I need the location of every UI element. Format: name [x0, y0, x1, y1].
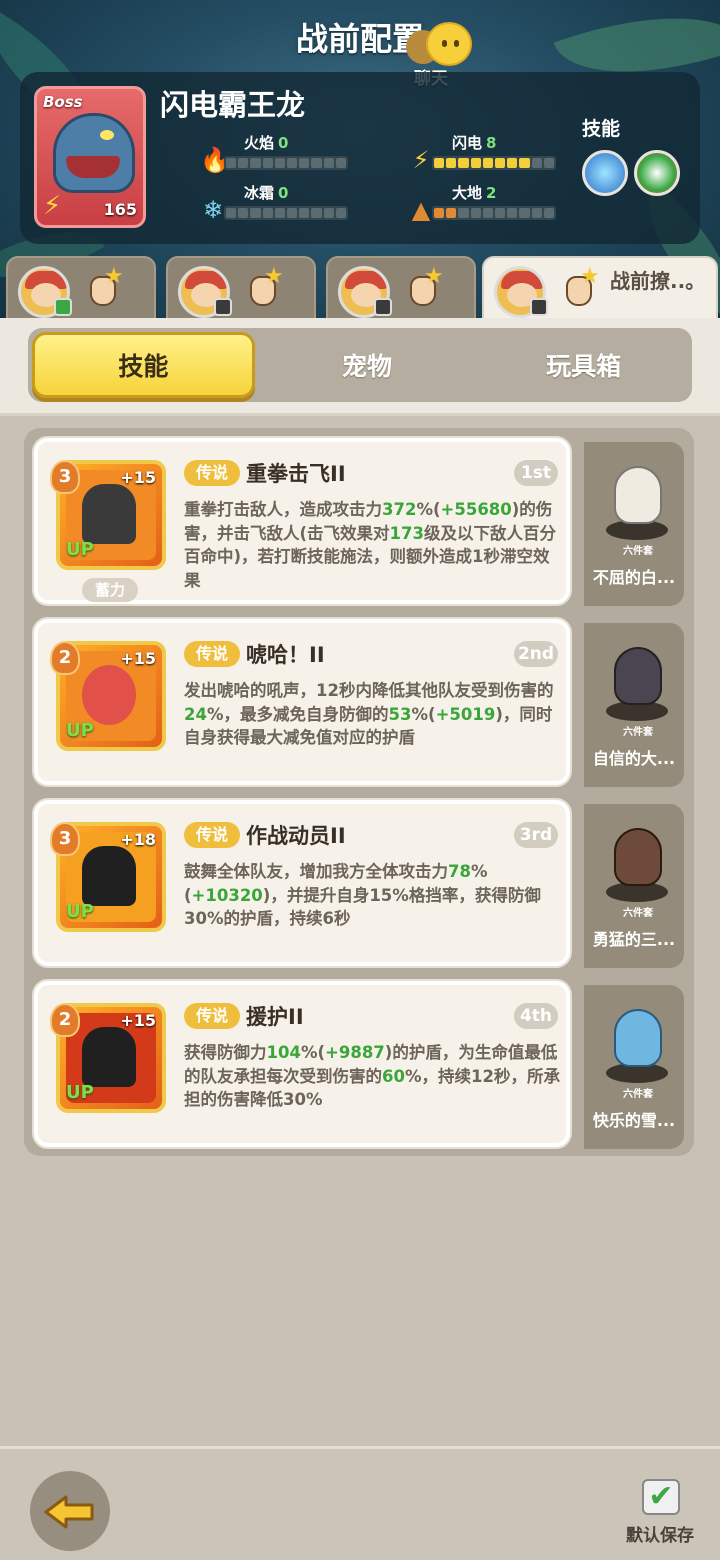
pet-goat-image: 六件套 [602, 456, 672, 557]
earth-icon: ▲ [411, 196, 431, 224]
hero-tab-4[interactable]: ★ 战前撩..。 [482, 256, 718, 326]
skill-name: 唬哈！II [246, 643, 325, 667]
pet-name: 勇猛的三... [592, 930, 676, 949]
hand-star-icon: ★ [404, 264, 448, 314]
tab-pets[interactable]: 宠物 [259, 328, 476, 402]
back-button[interactable] [30, 1471, 110, 1551]
boss-skill-orb-icon[interactable] [634, 150, 680, 196]
boss-skill-ice-orb-icon[interactable] [582, 150, 628, 196]
upgrade-indicator: UP [66, 720, 94, 741]
skill-plus-level: +15 [120, 468, 156, 487]
boss-level: 165 [103, 200, 137, 219]
skill-row: +15 UP 2 传说 援护II 4th 获得防御力104%(+9887)的护盾… [32, 979, 684, 1149]
pet-name: 快乐的雪... [592, 1111, 676, 1130]
tab-skills[interactable]: 技能 [32, 332, 255, 398]
stat-bar [432, 206, 556, 220]
hero-tab-label: 战前撩..。 [610, 269, 706, 293]
fire-icon: 🔥 [200, 146, 230, 174]
pet-card[interactable]: 六件套 不屈的白... [584, 442, 684, 606]
pet-snow-creature-image: 六件套 [602, 999, 672, 1100]
skill-order: 2nd [514, 641, 558, 667]
snowflake-icon: ❄ [202, 196, 224, 224]
skill-card[interactable]: +15 UP 2 传说 援护II 4th 获得防御力104%(+9887)的护盾… [32, 979, 572, 1149]
boss-portrait[interactable]: Boss ⚡ 165 [34, 86, 146, 228]
boss-dinosaur-image [53, 113, 135, 193]
skill-name: 援护II [246, 1005, 304, 1029]
pet-name: 不屈的白... [592, 568, 676, 587]
skill-order: 4th [514, 1003, 558, 1029]
pet-set-label: 六件套 [623, 908, 653, 919]
pet-set-label: 六件套 [623, 1089, 653, 1100]
footer-bar: ✔ 默认保存 [0, 1446, 720, 1560]
skill-row: +15 UP 3 蓄力 传说 重拳击飞II 1st 重拳打击敌人，造成攻击力37… [32, 436, 684, 606]
skill-description: 鼓舞全体队友，增加我方全体攻击力78%(+10320)，并提升自身15%格挡率，… [184, 862, 541, 928]
skill-card[interactable]: +15 UP 3 蓄力 传说 重拳击飞II 1st 重拳打击敌人，造成攻击力37… [32, 436, 572, 606]
pet-card[interactable]: 六件套 勇猛的三... [584, 804, 684, 968]
hero-tab-1[interactable]: ★ [6, 256, 156, 326]
pet-name: 自信的大... [592, 749, 676, 768]
pet-card[interactable]: 六件套 快乐的雪... [584, 985, 684, 1149]
boss-skills-label: 技能 [582, 118, 621, 140]
skill-order: 3rd [514, 822, 558, 848]
skill-name: 作战动员II [246, 824, 346, 848]
skill-rank-badge: 3 [50, 460, 80, 494]
boss-tag: Boss [43, 93, 83, 111]
skill-rank-badge: 2 [50, 641, 80, 675]
rarity-tag: 传说 [184, 641, 240, 667]
pet-goat-image: 六件套 [602, 637, 672, 738]
battle-scene-background: 战前配置 聊天 Boss ⚡ 165 闪电霸王龙 火焰0 🔥 闪电8 ⚡ 冰霜0… [0, 0, 720, 330]
arrow-left-icon [44, 1495, 94, 1529]
skill-rank-badge: 3 [50, 822, 80, 856]
hero-status-badge [214, 298, 232, 316]
hand-star-icon: ★ [244, 264, 288, 314]
pet-beast-image: 六件套 [602, 818, 672, 919]
hand-star-icon: ★ [84, 264, 128, 314]
skill-plus-level: +15 [120, 1011, 156, 1030]
skill-name: 重拳击飞II [246, 462, 346, 486]
checkmark-icon: ✔ [642, 1479, 680, 1515]
save-label: 默认保存 [626, 1526, 694, 1546]
lightning-icon: ⚡ [412, 146, 430, 174]
skill-rank-badge: 2 [50, 1003, 80, 1037]
pet-set-label: 六件套 [623, 546, 653, 557]
hero-tab-3[interactable]: ★ [326, 256, 476, 326]
default-save-button[interactable]: ✔ 默认保存 [620, 1479, 710, 1549]
stat-bar [224, 156, 348, 170]
boss-info-panel: Boss ⚡ 165 闪电霸王龙 火焰 0 🔥 闪电 8 ⚡ 冰霜 0 ❄ 大地 2 ▲ [20, 72, 700, 244]
hero-status-badge [54, 298, 72, 316]
charge-label: 蓄力 [82, 578, 138, 602]
skill-description: 重拳打击敌人，造成攻击力372%(+55680)的伤害，并击飞敌人(击飞效果对1… [184, 500, 556, 590]
stat-bar [432, 156, 556, 170]
upgrade-indicator: UP [66, 1082, 94, 1103]
tab-toybox[interactable]: 玩具箱 [475, 328, 692, 402]
lightning-element-icon: ⚡ [43, 191, 62, 221]
skill-card[interactable]: +15 UP 2 传说 唬哈！II 2nd 发出唬哈的吼声，12秒内降低其他队友… [32, 617, 572, 787]
pet-card[interactable]: 六件套 自信的大... [584, 623, 684, 787]
boss-name: 闪电霸王龙 [160, 88, 306, 122]
page-title: 战前配置 [295, 20, 424, 58]
hand-star-icon: ★ [560, 264, 604, 314]
skill-description: 发出唬哈的吼声，12秒内降低其他队友受到伤害的24%，最多减免自身防御的53%(… [184, 681, 554, 747]
skill-description: 获得防御力104%(+9887)的护盾，为生命值最低的队友承担每次受到伤害的60… [184, 1043, 560, 1109]
skill-plus-level: +18 [120, 830, 156, 849]
hero-status-badge [530, 298, 548, 316]
upgrade-indicator: UP [66, 901, 94, 922]
rarity-tag: 传说 [184, 460, 240, 486]
skill-row: +18 UP 3 传说 作战动员II 3rd 鼓舞全体队友，增加我方全体攻击力7… [32, 798, 684, 968]
hero-status-badge [374, 298, 392, 316]
rarity-tag: 传说 [184, 1003, 240, 1029]
skill-row: +15 UP 2 传说 唬哈！II 2nd 发出唬哈的吼声，12秒内降低其他队友… [32, 617, 684, 787]
rarity-tag: 传说 [184, 822, 240, 848]
skill-card[interactable]: +18 UP 3 传说 作战动员II 3rd 鼓舞全体队友，增加我方全体攻击力7… [32, 798, 572, 968]
category-tabs: 技能 宠物 玩具箱 [28, 328, 692, 402]
pet-set-label: 六件套 [623, 727, 653, 738]
upgrade-indicator: UP [66, 539, 94, 560]
hero-tab-2[interactable]: ★ [166, 256, 316, 326]
skill-order: 1st [514, 460, 558, 486]
skill-plus-level: +15 [120, 649, 156, 668]
stat-bar [224, 206, 348, 220]
